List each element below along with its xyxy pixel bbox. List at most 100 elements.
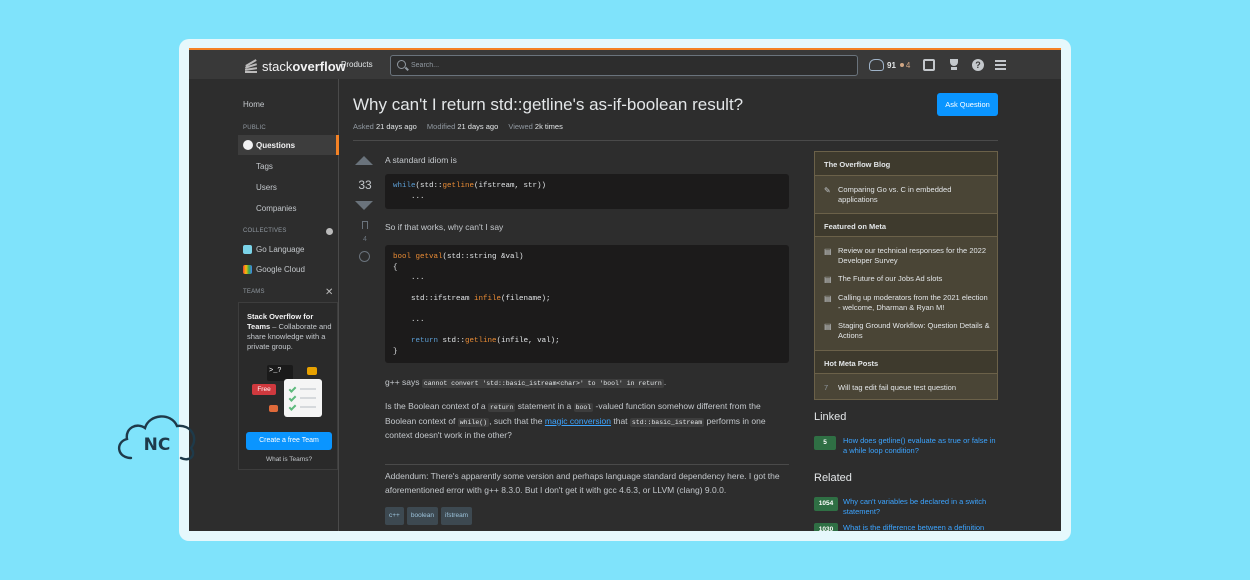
p4-text: statement in a	[515, 401, 574, 411]
top-bar: stackoverflow Products 91 4 ?	[189, 48, 1061, 79]
related-text[interactable]: Why can't variables be declared in a swi…	[843, 497, 998, 517]
checklist-graphic	[284, 379, 322, 417]
meta-item-text: Review our technical responses for the 2…	[838, 246, 987, 265]
paragraph: Addendum: There's apparently some versio…	[385, 471, 780, 495]
asked-value: 21 days ago	[375, 122, 417, 131]
asked-label: Asked	[353, 122, 374, 131]
nav-public-caption: PUBLIC	[243, 125, 266, 131]
inline-code: cannot convert 'std::basic_istream<char>…	[421, 379, 664, 388]
logo-text-right: overflow	[292, 58, 346, 74]
search-input[interactable]	[411, 59, 831, 72]
upvote-icon[interactable]	[355, 156, 373, 165]
vote-count: 33	[358, 178, 372, 192]
info-icon[interactable]	[326, 228, 333, 235]
nav-questions[interactable]: Questions	[238, 135, 339, 155]
viewed-value: 2k times	[534, 122, 563, 131]
avatar[interactable]	[869, 59, 884, 71]
nav-questions-label: Questions	[256, 141, 296, 150]
linked-score: 5	[814, 436, 836, 450]
meta-item-text: Staging Ground Workflow: Question Detail…	[838, 321, 990, 340]
trophy-icon[interactable]	[948, 59, 960, 71]
p3-suffix: .	[663, 377, 667, 387]
nav-collectives-caption: COLLECTIVES	[243, 228, 287, 234]
go-language-icon	[243, 245, 252, 254]
products-menu[interactable]: Products	[341, 60, 373, 69]
inbox-icon[interactable]	[923, 59, 935, 71]
meta-header: Featured on Meta	[815, 213, 997, 237]
downvote-icon[interactable]	[355, 201, 373, 210]
modified-value[interactable]: 21 days ago	[457, 122, 498, 131]
meta-item-text: The Future of our Jobs Ad slots	[838, 274, 943, 283]
user-reputation[interactable]: 91 4	[869, 59, 910, 71]
paragraph: Is the Boolean context of a return state…	[385, 400, 789, 443]
question-title[interactable]: Why can't I return std::getline's as-if-…	[353, 95, 743, 115]
p4-text: , such that the	[489, 415, 545, 426]
related-heading: Related	[814, 472, 852, 484]
viewed-label: Viewed	[508, 122, 533, 131]
p4-text: that	[611, 415, 630, 426]
hot-meta-item[interactable]: 7 Will tag edit fail queue test question	[824, 383, 992, 393]
inline-code: return	[488, 403, 516, 412]
magic-conversion-link[interactable]: magic conversion	[545, 416, 611, 426]
ask-question-button[interactable]: Ask Question	[937, 93, 998, 116]
code-block: bool getval(std::string &val) { ... std:…	[385, 245, 789, 363]
divider	[385, 464, 789, 465]
tag[interactable]: c++	[385, 507, 404, 525]
create-team-button[interactable]: Create a free Team	[246, 432, 332, 450]
search-box[interactable]	[390, 55, 858, 76]
linked-text[interactable]: How does getline() evaluate as true or f…	[843, 436, 998, 456]
meta-item[interactable]: ▤ Calling up moderators from the 2021 ele…	[824, 293, 992, 313]
collective-go[interactable]: Go Language	[243, 245, 305, 254]
teams-description: Stack Overflow for Teams – Collaborate a…	[247, 312, 333, 352]
meta-item[interactable]: ▤ The Future of our Jobs Ad slots	[824, 274, 992, 284]
bronze-badge-count: 4	[905, 60, 911, 70]
blog-item-text: Comparing Go vs. C in embedded applicati…	[838, 185, 952, 204]
divider	[353, 140, 998, 141]
what-is-teams-link[interactable]: What is Teams?	[239, 456, 339, 463]
chat-bubble-icon	[307, 367, 317, 375]
inline-code: std::basic_istream	[629, 417, 705, 427]
paragraph: A standard idiom is	[385, 155, 457, 165]
nav-tags[interactable]: Tags	[256, 162, 273, 171]
hot-meta-count: 7	[824, 383, 829, 392]
overflow-blog-widget: The Overflow Blog ✎ Comparing Go vs. C in…	[814, 151, 998, 400]
nav-companies[interactable]: Companies	[256, 204, 296, 213]
stackoverflow-logo[interactable]: stack overflow	[243, 56, 346, 76]
chat-icon: ▤	[824, 247, 832, 256]
collective-google-cloud-label: Google Cloud	[256, 265, 305, 274]
tag[interactable]: boolean	[406, 507, 438, 525]
nc-watermark-logo: NC	[113, 406, 203, 466]
nav-users[interactable]: Users	[256, 183, 277, 192]
search-icon	[397, 60, 406, 69]
globe-icon	[243, 140, 253, 150]
related-text[interactable]: What is the difference between a definit…	[843, 523, 998, 531]
inline-code: while()	[457, 417, 490, 427]
logo-icon	[243, 57, 259, 75]
help-icon[interactable]: ?	[972, 59, 984, 71]
chat-bubble-icon	[269, 405, 278, 412]
close-icon[interactable]: ✕	[325, 287, 333, 298]
p4-text: Is the Boolean context of a	[385, 401, 489, 411]
nav-teams-caption: TEAMS	[243, 289, 265, 295]
meta-item[interactable]: ▤ Review our technical responses for the …	[824, 246, 992, 266]
chat-icon: ▤	[824, 294, 832, 303]
bookmark-count: 4	[363, 236, 367, 243]
inline-code: bool	[573, 403, 594, 412]
collective-google-cloud[interactable]: Google Cloud	[243, 265, 305, 274]
hot-meta-text: Will tag edit fail queue test question	[838, 383, 956, 392]
google-cloud-icon	[243, 265, 252, 274]
blog-item[interactable]: ✎ Comparing Go vs. C in embedded applicat…	[824, 185, 992, 205]
chat-icon: ▤	[824, 322, 832, 331]
site-switcher-icon[interactable]	[995, 59, 1007, 71]
meta-item[interactable]: ▤ Staging Ground Workflow: Question Detai…	[824, 321, 992, 341]
code-block: while(std::getline(ifstream, str)) ...	[385, 174, 789, 209]
bookmark-icon[interactable]	[362, 221, 368, 229]
blog-header: The Overflow Blog	[815, 152, 997, 176]
nav-home[interactable]: Home	[243, 100, 264, 109]
bronze-badge-icon	[899, 63, 904, 67]
paragraph: g++ says cannot convert 'std::basic_istr…	[385, 376, 789, 391]
tag[interactable]: ifstream	[440, 507, 473, 525]
logo-text-left: stack	[262, 58, 293, 74]
linked-heading: Linked	[814, 411, 847, 423]
history-icon[interactable]	[359, 251, 370, 262]
